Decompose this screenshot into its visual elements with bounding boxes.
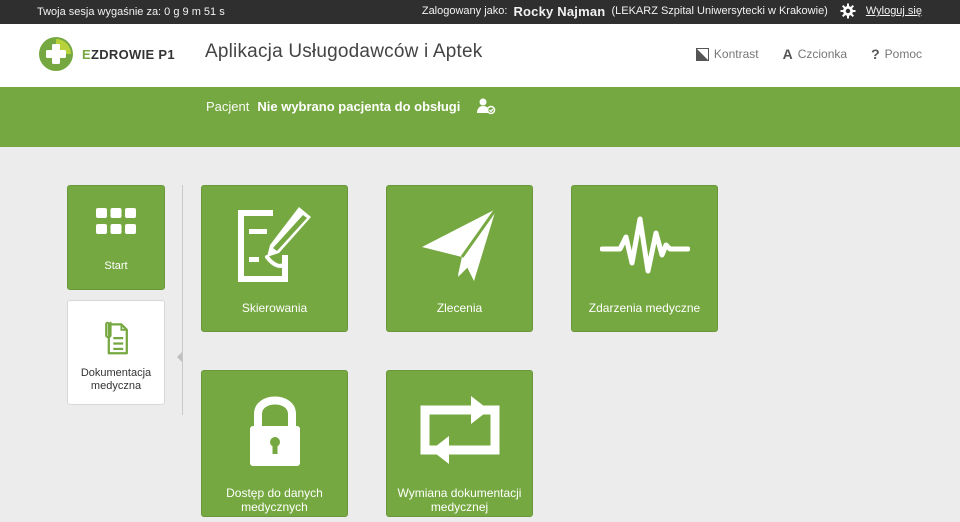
user-name: Rocky Najman — [513, 3, 606, 19]
tile-label: Zlecenia — [436, 301, 483, 315]
font-size-label: Czcionka — [797, 47, 848, 61]
tile-label: Dostęp do danych medycznych — [226, 486, 323, 514]
logo-text: EZDROWIE P1 — [82, 46, 175, 62]
patient-value: Nie wybrano pacjenta do obsługi — [257, 98, 461, 114]
collapse-caret-icon[interactable] — [177, 352, 182, 362]
exchange-arrows-icon — [420, 396, 499, 464]
contrast-button[interactable]: Kontrast — [695, 46, 759, 62]
logo-cross-icon — [39, 37, 73, 71]
patient-row: Pacjent Nie wybrano pacjenta do obsługi — [206, 97, 496, 115]
contrast-icon — [695, 47, 709, 61]
user-role: (LEKARZ Szpital Uniwersytecki w Krakowie… — [611, 5, 828, 17]
medical-document-icon — [105, 321, 128, 355]
top-bar: Twoja sesja wygaśnie za: 0 g 9 m 51 s Za… — [0, 0, 960, 24]
help-icon: ? — [871, 46, 880, 62]
patient-label: Pacjent — [206, 98, 250, 114]
app-header: EZDROWIE P1 Aplikacja Usługodawców i Apt… — [0, 24, 960, 87]
sidenav-item-label: Dokumentacja medyczna — [80, 367, 152, 392]
tile-documentation-exchange[interactable]: Wymiana dokumentacji medycznej — [386, 370, 533, 517]
app-title: Aplikacja Usługodawców i Aptek — [205, 41, 483, 62]
help-label: Pomoc — [884, 47, 922, 61]
gear-icon[interactable] — [840, 3, 856, 19]
tile-referrals[interactable]: Skierowania — [201, 185, 348, 332]
header-tools: Kontrast A Czcionka ? Pomoc — [695, 46, 922, 62]
sidenav-item-start[interactable]: Start — [67, 185, 165, 290]
tile-orders[interactable]: Zlecenia — [386, 185, 533, 332]
session-timer: Twoja sesja wygaśnie za: 0 g 9 m 51 s — [37, 6, 225, 18]
sidenav-item-label: Start — [104, 260, 128, 272]
tile-medical-events[interactable]: Zdarzenia medyczne — [571, 185, 718, 332]
grid-icon — [96, 208, 136, 234]
padlock-icon — [249, 396, 300, 466]
referral-pen-icon — [237, 207, 311, 282]
contrast-label: Kontrast — [713, 47, 759, 61]
select-patient-icon[interactable] — [476, 97, 496, 115]
tile-label: Zdarzenia medyczne — [588, 301, 701, 315]
logged-as-label: Zalogowany jako: — [421, 5, 508, 17]
sidenav-item-medical-documentation[interactable]: Dokumentacja medyczna — [67, 300, 165, 405]
app-logo[interactable]: EZDROWIE P1 — [38, 36, 175, 72]
tile-label: Skierowania — [241, 301, 308, 315]
tile-label: Wymiana dokumentacji medycznej — [397, 486, 522, 514]
patient-bar: Pacjent Nie wybrano pacjenta do obsługi — [0, 87, 960, 147]
tile-medical-data-access[interactable]: Dostęp do danych medycznych — [201, 370, 348, 517]
paper-plane-icon — [421, 208, 497, 281]
user-info: Zalogowany jako: Rocky Najman (LEKARZ Sz… — [422, 3, 922, 19]
font-size-button[interactable]: A Czcionka — [783, 46, 847, 62]
help-button[interactable]: ? Pomoc — [871, 46, 922, 62]
sidenav-divider — [182, 185, 183, 415]
heartbeat-icon — [599, 216, 690, 274]
font-size-icon: A — [782, 46, 793, 62]
logout-link[interactable]: Wyloguj się — [866, 5, 922, 17]
